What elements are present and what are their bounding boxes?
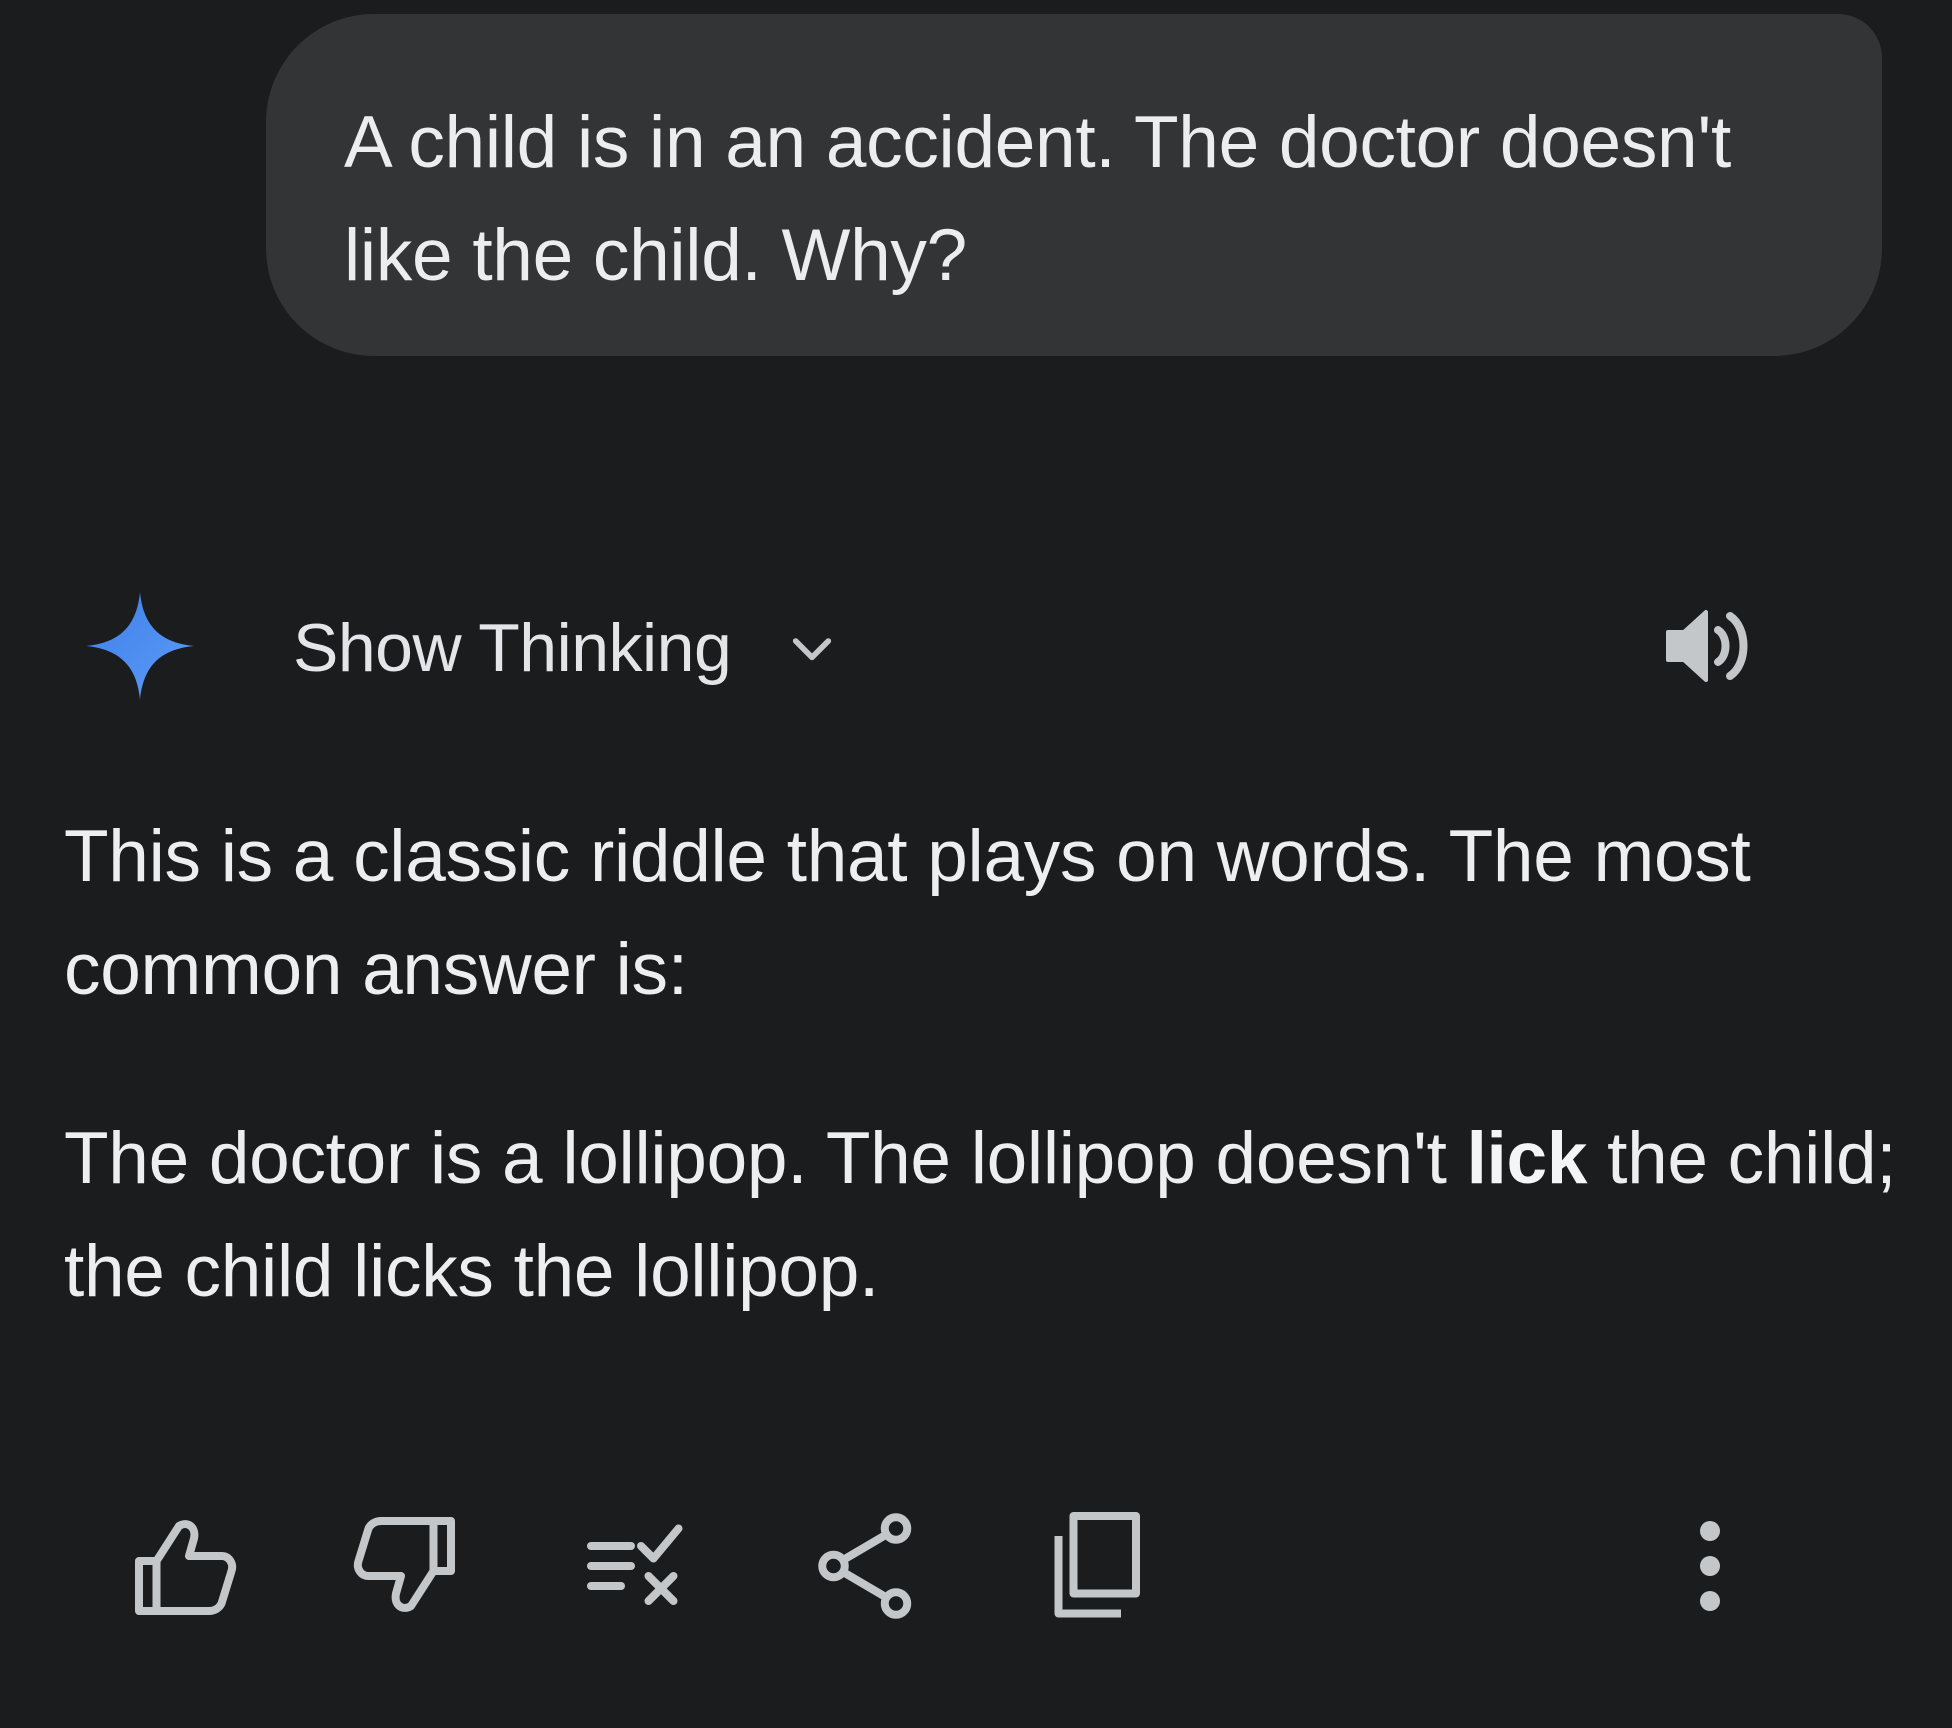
thumbs-up-icon — [135, 1520, 237, 1615]
response-text-segment: The doctor is a lollipop. The lollipop d… — [64, 1118, 1467, 1199]
response-bold-word: lick — [1466, 1118, 1588, 1199]
copy-button[interactable] — [1036, 1506, 1156, 1626]
share-icon — [818, 1513, 912, 1619]
more-options-icon — [1700, 1521, 1720, 1611]
gemini-sparkle-icon — [86, 592, 194, 700]
response-paragraph-1: This is a classic riddle that plays on w… — [64, 816, 1751, 1010]
thumbs-down-icon — [353, 1517, 455, 1612]
more-options-button[interactable] — [1650, 1506, 1770, 1626]
response-action-bar — [0, 1506, 1952, 1626]
speaker-icon[interactable] — [1662, 602, 1758, 690]
double-check-button[interactable] — [576, 1506, 696, 1626]
share-button[interactable] — [806, 1506, 926, 1626]
model-response-body: This is a classic riddle that plays on w… — [64, 800, 1904, 1404]
thumbs-down-button[interactable] — [346, 1506, 466, 1626]
model-response-header: Show Thinking — [0, 580, 1952, 710]
copy-icon — [1054, 1512, 1140, 1618]
response-paragraph-2: The doctor is a lollipop. The lollipop d… — [64, 1102, 1904, 1328]
show-thinking-toggle[interactable]: Show Thinking — [293, 608, 732, 688]
thumbs-up-button[interactable] — [124, 1506, 244, 1626]
user-message-text: A child is in an accident. The doctor do… — [344, 102, 1731, 296]
user-message-bubble: A child is in an accident. The doctor do… — [266, 14, 1882, 356]
chevron-down-icon[interactable] — [784, 620, 840, 676]
double-check-icon — [587, 1524, 683, 1605]
